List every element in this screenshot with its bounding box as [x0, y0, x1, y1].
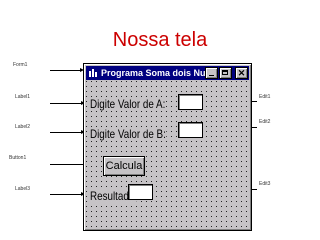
label-valor-a: Digite Valor de A:	[90, 97, 166, 111]
label-valor-b: Digite Valor de B:	[90, 127, 166, 141]
close-button[interactable]: ✕	[235, 67, 248, 79]
minimize-button[interactable]	[205, 67, 218, 79]
callout-label1: Label1	[15, 94, 31, 100]
window-title: Programa Soma dois Numeros	[101, 68, 205, 78]
maximize-button[interactable]	[219, 67, 232, 79]
close-icon: ✕	[237, 68, 246, 78]
callout-label2: Label2	[15, 124, 31, 130]
form-window: Programa Soma dois Numeros ✕ Digite Valo…	[83, 63, 252, 231]
callout-edit1: Edit1	[259, 94, 271, 100]
edit-resultado[interactable]	[128, 184, 153, 200]
arrow-label2	[50, 130, 85, 134]
app-icon	[88, 68, 98, 78]
callout-edit3: Edit3	[259, 181, 271, 187]
minimize-icon	[209, 75, 214, 76]
slide-title: Nossa tela	[112, 29, 208, 51]
callout-button1: Button1	[9, 155, 27, 161]
callout-edit2: Edit2	[259, 119, 271, 125]
window-titlebar[interactable]: Programa Soma dois Numeros ✕	[86, 66, 249, 80]
calcula-button[interactable]: Calcula	[103, 156, 145, 176]
arrow-label1	[50, 101, 85, 105]
arrow-label3	[50, 192, 85, 196]
edit-valor-a[interactable]	[178, 94, 203, 110]
edit-valor-b[interactable]	[178, 122, 203, 138]
callout-form1: Form1	[13, 62, 28, 68]
callout-label3: Label3	[15, 186, 31, 192]
maximize-icon	[222, 70, 228, 75]
arrow-form1	[50, 68, 84, 72]
